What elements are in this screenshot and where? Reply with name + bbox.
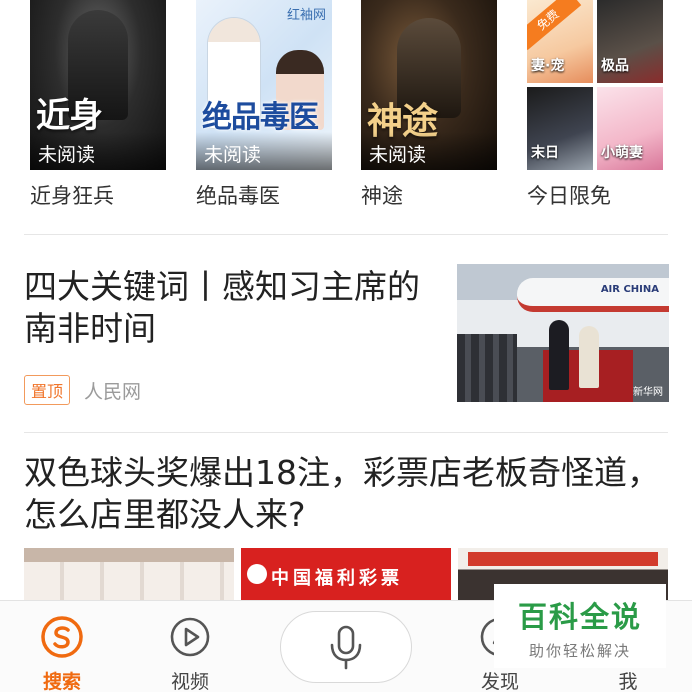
nav-me-label: 我 xyxy=(618,671,638,692)
book-cover-2[interactable]: 红袖网 绝品毒医 未阅读 xyxy=(196,0,332,170)
lottery-logo-icon xyxy=(247,564,267,584)
nav-video[interactable]: 视频 xyxy=(150,615,230,692)
nav-search-label: 搜索 xyxy=(42,671,81,692)
site-watermark: 百科全说 助你轻松解决 xyxy=(494,584,666,668)
nav-video-label: 视频 xyxy=(170,671,209,692)
news-title[interactable]: 双色球头奖爆出18注，彩票店老板奇怪道，怎么店里都没人来? xyxy=(24,452,664,536)
watermark-title: 百科全说 xyxy=(517,600,642,634)
voice-search-button[interactable] xyxy=(280,611,412,683)
unread-badge: 未阅读 xyxy=(30,132,166,170)
news-source: 人民网 xyxy=(84,380,142,403)
store-sign-text: 中国福利彩票 xyxy=(271,568,403,589)
book-cover-3[interactable]: 神途 未阅读 xyxy=(361,0,497,170)
book-title-4[interactable]: 今日限免 xyxy=(527,180,611,210)
nav-search[interactable]: 搜索 xyxy=(22,615,102,692)
free-today-collage[interactable]: 妻·宠 极品 末日 小萌妻 免费 xyxy=(527,0,663,170)
news-image-lottery-tickets[interactable] xyxy=(24,548,234,602)
unread-badge: 未阅读 xyxy=(196,132,332,170)
news-item[interactable]: 四大关键词丨感知习主席的南非时间 置顶 人民网 AIR CHINA 新华网 xyxy=(0,236,692,432)
book-shelf: 近身 未阅读 近身狂兵 红袖网 绝品毒医 未阅读 绝品毒医 神途 未阅读 神途 … xyxy=(0,0,692,232)
unread-badge: 未阅读 xyxy=(361,132,497,170)
play-icon xyxy=(170,617,210,657)
book-title-3[interactable]: 神途 xyxy=(361,180,403,210)
news-title[interactable]: 四大关键词丨感知习主席的南非时间 xyxy=(24,266,442,350)
news-image-lottery-store[interactable]: 中国福利彩票 xyxy=(241,548,451,602)
news-thumbnail[interactable]: AIR CHINA 新华网 xyxy=(457,264,669,402)
search-logo-icon xyxy=(41,616,83,658)
cover-title: 近身 xyxy=(36,96,103,136)
divider xyxy=(24,234,668,235)
thumb-watermark: 新华网 xyxy=(633,387,663,398)
cover-logo: 红袖网 xyxy=(286,8,326,23)
plane-livery-text: AIR CHINA xyxy=(600,284,659,295)
news-item[interactable]: 双色球头奖爆出18注，彩票店老板奇怪道，怎么店里都没人来? 中国福利彩票 xyxy=(0,432,692,602)
pinned-badge: 置顶 xyxy=(24,375,71,405)
book-title-2[interactable]: 绝品毒医 xyxy=(196,180,280,210)
mini-cover: 小萌妻 xyxy=(597,87,663,170)
book-cover-1[interactable]: 近身 未阅读 xyxy=(30,0,166,170)
book-title-1[interactable]: 近身狂兵 xyxy=(30,180,114,210)
mini-cover: 极品 xyxy=(597,0,663,83)
watermark-subtitle: 助你轻松解决 xyxy=(528,642,631,660)
cover-title: 绝品毒医 xyxy=(202,100,319,135)
mini-cover: 末日 xyxy=(527,87,593,170)
news-meta: 置顶 人民网 xyxy=(24,375,142,405)
nav-discover-label: 发现 xyxy=(480,671,519,692)
microphone-icon xyxy=(330,625,362,670)
